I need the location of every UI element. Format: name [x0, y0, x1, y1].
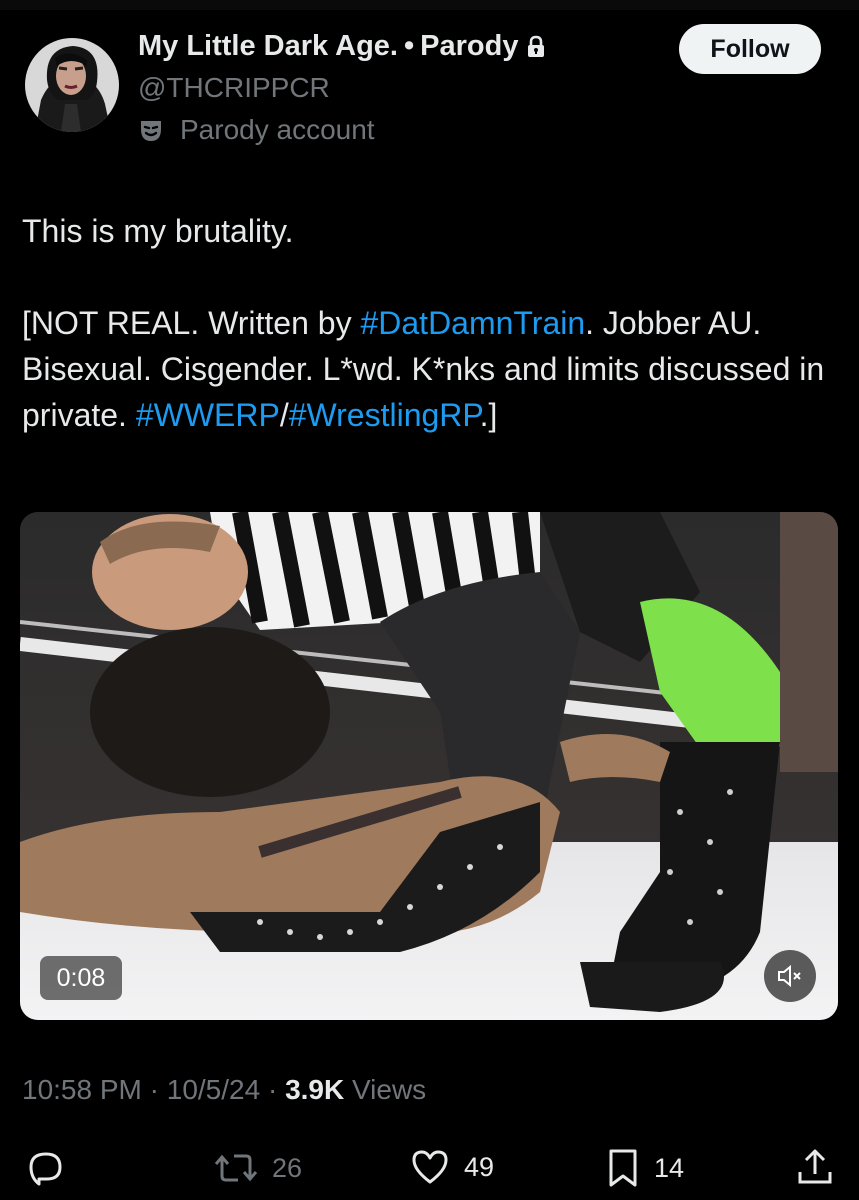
share-icon	[798, 1149, 832, 1184]
like-count: 49	[464, 1151, 495, 1182]
theater-mask-icon	[141, 121, 161, 141]
repost-count: 26	[272, 1152, 303, 1183]
meta-dot: ·	[267, 1074, 278, 1105]
meta-dot: ·	[149, 1074, 159, 1105]
display-name[interactable]: My Little Dark Age.	[138, 30, 398, 63]
video-duration-badge: 0:08	[40, 956, 122, 1000]
bookmark-button[interactable]: 14	[606, 1148, 684, 1188]
tweet-paragraph-2: [NOT REAL. Written by #DatDamnTrain. Job…	[22, 300, 837, 438]
tweet-line-1: This is my brutality.	[22, 213, 294, 249]
bookmark-count: 14	[654, 1152, 685, 1183]
reply-icon	[29, 1152, 62, 1186]
speaker-muted-icon	[778, 964, 801, 988]
video-frame	[20, 512, 838, 1020]
hashtag-link-wwerp[interactable]: #WWERP	[136, 397, 280, 433]
avatar[interactable]	[25, 38, 119, 132]
reply-button[interactable]	[26, 1148, 80, 1188]
tweet-text-segment: /	[279, 397, 289, 433]
views-count: 3.9K	[285, 1074, 345, 1105]
like-button[interactable]: 49	[410, 1148, 494, 1186]
top-edge	[0, 0, 859, 10]
share-button[interactable]	[796, 1148, 848, 1188]
display-name-row[interactable]: My Little Dark Age. • Parody	[138, 30, 546, 63]
name-separator: •	[403, 30, 415, 62]
repost-button[interactable]: 26	[214, 1148, 302, 1188]
tweet-time[interactable]: 10:58 PM	[22, 1074, 142, 1105]
parody-tag: Parody	[420, 30, 519, 62]
user-handle[interactable]: @THCRIPPCR	[138, 72, 330, 104]
tweet-meta: 10:58 PM · 10/5/24 · 3.9K Views	[22, 1074, 426, 1106]
heart-icon	[412, 1150, 448, 1184]
avatar-image	[25, 38, 119, 132]
mute-button[interactable]	[764, 950, 816, 1002]
follow-button[interactable]: Follow	[679, 24, 821, 74]
lock-icon	[528, 35, 545, 57]
tweet-date[interactable]: 10/5/24	[167, 1074, 260, 1105]
action-bar: 26 49 14	[0, 1140, 859, 1200]
hashtag-link-wrestlingrp[interactable]: #WrestlingRP	[289, 397, 480, 433]
tweet-text-segment: .]	[479, 397, 498, 433]
tweet-text-segment: [NOT REAL. Written by	[22, 305, 361, 341]
views-label: Views	[352, 1074, 427, 1105]
video-player[interactable]: 0:08	[20, 512, 838, 1020]
hashtag-link-datdamntrain[interactable]: #DatDamnTrain	[360, 305, 585, 341]
repost-icon	[214, 1154, 258, 1182]
tweet-text: This is my brutality. [NOT REAL. Written…	[22, 208, 837, 438]
bookmark-icon	[609, 1149, 637, 1187]
parody-account-label: Parody account	[138, 114, 375, 146]
parody-account-text: Parody account	[180, 114, 375, 145]
